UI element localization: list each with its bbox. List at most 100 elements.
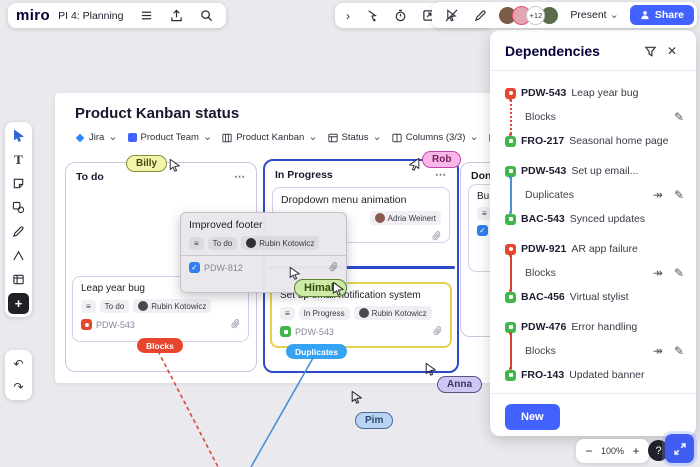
export-icon[interactable]: [166, 5, 188, 27]
status-chip: To do: [208, 237, 238, 250]
cursor-billy-icon: [168, 158, 182, 173]
list-chip: ≡: [189, 237, 204, 250]
list-icon: ≡: [194, 239, 199, 248]
connector-tool-icon[interactable]: [8, 245, 29, 266]
zoom-in-button[interactable]: +: [630, 440, 642, 462]
locate-icon[interactable]: ↠: [653, 188, 663, 202]
blocks-badge[interactable]: Blocks: [137, 338, 183, 353]
chevron-down-icon: ⌄: [203, 132, 212, 143]
cursor-rob-icon: [407, 157, 421, 172]
cursor-label-anna: Anna: [437, 376, 482, 393]
select-tool-icon[interactable]: [8, 125, 29, 146]
collaborator-avatars[interactable]: +12: [498, 6, 559, 25]
zoom-controls: − 100% +: [576, 439, 649, 463]
shapes-tool-icon[interactable]: [8, 197, 29, 218]
filter-product-kanban[interactable]: Product Kanban ⌄: [222, 132, 317, 143]
edit-icon[interactable]: ✎: [674, 266, 684, 280]
share-button[interactable]: Share: [630, 5, 694, 25]
filter-label: Columns (3/3): [406, 132, 466, 143]
chevron-down-icon: ⌄: [469, 132, 478, 143]
edit-icon[interactable]: ✎: [674, 188, 684, 202]
issue-title: Updated banner: [569, 369, 644, 381]
edit-icon[interactable]: ✎: [674, 110, 684, 124]
zoom-out-button[interactable]: −: [583, 440, 595, 462]
columns-icon: [392, 133, 402, 143]
assignee-chip: Adria Weinert: [370, 211, 441, 225]
issue-key: PDW-921: [521, 243, 566, 255]
expand-button[interactable]: [665, 434, 694, 463]
miro-app: Product Kanban status Jira ⌄ Product Tea…: [0, 0, 700, 467]
filter-jira[interactable]: Jira ⌄: [75, 132, 118, 143]
pen-tool-icon[interactable]: [8, 221, 29, 242]
paperclip-icon: [227, 316, 243, 332]
assignee-chip: Rubin Kotowicz: [133, 299, 211, 313]
present-button[interactable]: Present ⌄: [566, 9, 622, 21]
locate-icon[interactable]: ↠: [653, 266, 663, 280]
lasso-icon[interactable]: [361, 5, 383, 27]
panel-title: Dependencies: [505, 43, 639, 59]
column-title: To do: [76, 171, 104, 183]
collapse-chevron-icon[interactable]: ›: [341, 5, 355, 27]
hide-cursors-icon[interactable]: [440, 4, 462, 26]
dependency-line: [510, 178, 512, 212]
drag-cursor-icon: [331, 281, 346, 297]
status-icon: [328, 133, 338, 143]
close-icon[interactable]: ✕: [661, 40, 683, 62]
pen-mode-icon[interactable]: [469, 4, 491, 26]
search-icon[interactable]: [196, 5, 218, 27]
avatar: [375, 213, 385, 223]
frame-tool-icon[interactable]: [8, 269, 29, 290]
issue-title: AR app failure: [571, 243, 638, 255]
zoom-level[interactable]: 100%: [601, 446, 624, 456]
assignee-chip: Rubin Kotowicz: [354, 306, 432, 320]
board-name[interactable]: PI 4: Planning: [58, 10, 123, 22]
undo-redo-bar: ↶ ↷: [5, 350, 32, 400]
paperclip-icon: [428, 228, 444, 244]
more-apps-icon[interactable]: +: [8, 293, 29, 314]
issue-title: Error handling: [571, 321, 637, 333]
list-icon: ≡: [86, 302, 91, 311]
sticky-note-tool-icon[interactable]: [8, 173, 29, 194]
column-menu-icon[interactable]: ⋯: [234, 170, 246, 183]
filter-icon[interactable]: [639, 40, 661, 62]
card-title: Dropdown menu animation: [281, 194, 441, 206]
issue-key: BAC-456: [521, 291, 565, 303]
paperclip-icon: [325, 259, 341, 275]
miro-logo[interactable]: miro: [16, 7, 50, 24]
kanban-icon: [222, 133, 232, 143]
status-chip: In Progress: [299, 307, 350, 320]
redo-icon[interactable]: ↷: [8, 376, 29, 397]
person-icon: [640, 10, 650, 20]
board-frame-title[interactable]: Product Kanban status: [75, 105, 239, 122]
filter-product-team[interactable]: Product Team ⌄: [128, 132, 213, 143]
relation-label: Blocks: [525, 111, 556, 123]
chevron-down-icon: ⌄: [610, 10, 619, 21]
dependency-line: [510, 334, 512, 368]
new-dependency-button[interactable]: New: [505, 404, 560, 430]
locate-icon[interactable]: ↠: [653, 344, 663, 358]
jira-task-check-icon: ✓: [477, 225, 488, 236]
jira-bug-icon: [505, 88, 516, 99]
undo-icon[interactable]: ↶: [8, 353, 29, 374]
filter-status[interactable]: Status ⌄: [328, 132, 382, 143]
dependency-item: PDW-476 Error handling Blocks ↠ ✎ FRO-14…: [505, 315, 684, 387]
jira-task-icon: [505, 292, 516, 303]
avatar: [246, 238, 256, 248]
paperclip-icon: [429, 323, 445, 339]
kanban-filter-bar: Jira ⌄ Product Team ⌄ Product Kanban ⌄ S…: [75, 132, 562, 143]
list-chip: ≡: [280, 307, 295, 320]
issue-title: Synced updates: [570, 213, 645, 225]
issue-key: PDW-543: [521, 165, 566, 177]
avatar-overflow-count[interactable]: +12: [526, 6, 545, 25]
chevron-down-icon: ⌄: [108, 132, 117, 143]
expand-icon: [673, 442, 687, 456]
main-menu-icon[interactable]: [136, 5, 158, 27]
dependency-item: PDW-921 AR app failure Blocks ↠ ✎ BAC-45…: [505, 237, 684, 309]
edit-icon[interactable]: ✎: [674, 344, 684, 358]
card-title: Improved footer: [189, 219, 338, 231]
column-menu-icon[interactable]: ⋯: [435, 168, 447, 181]
text-tool-icon[interactable]: T: [8, 149, 29, 170]
timer-icon[interactable]: [389, 5, 411, 27]
filter-columns[interactable]: Columns (3/3) ⌄: [392, 132, 479, 143]
duplicates-badge[interactable]: Duplicates: [286, 344, 347, 359]
